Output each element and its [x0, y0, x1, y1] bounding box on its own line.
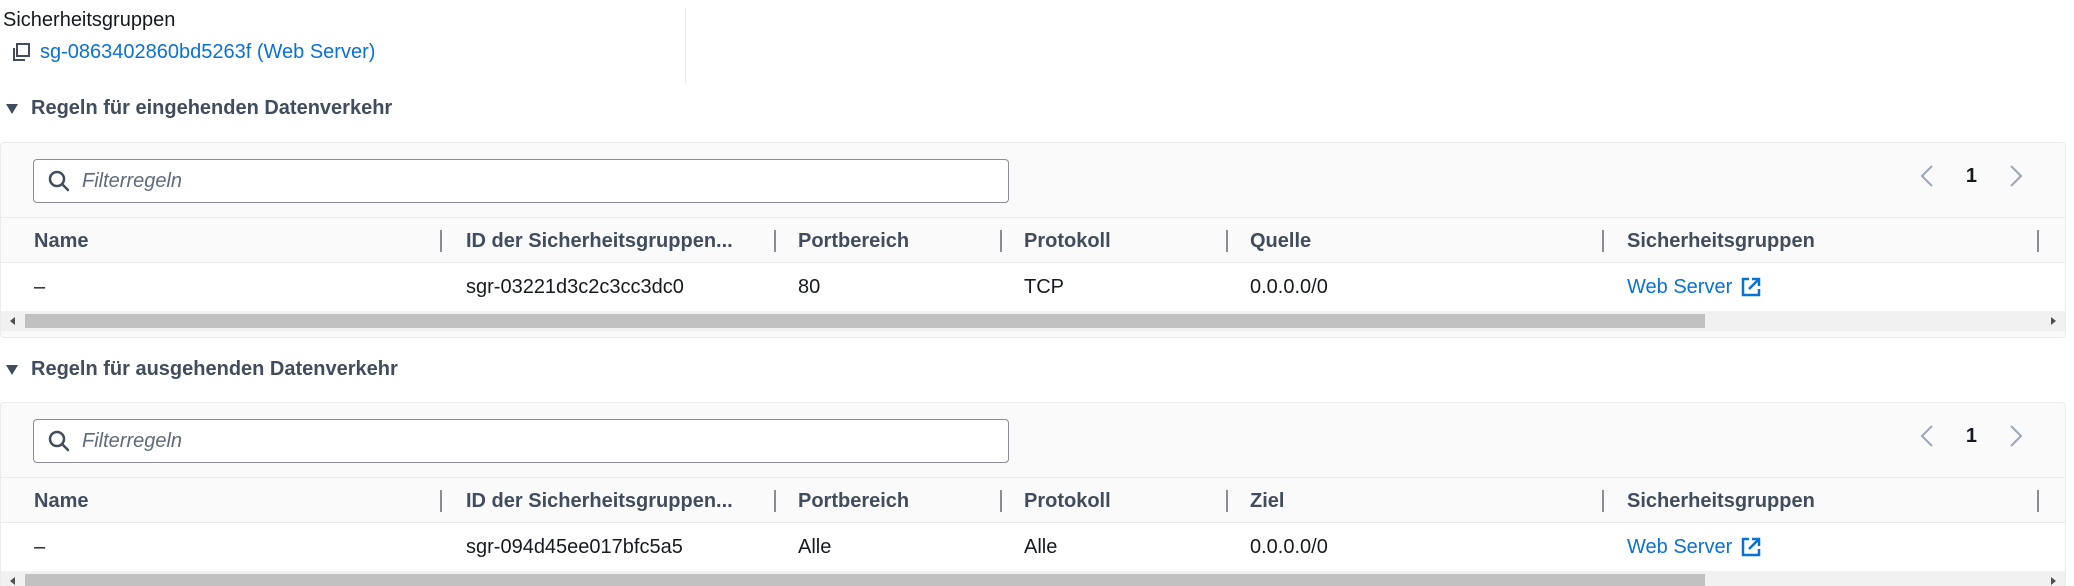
inbound-rules-title: Regeln für eingehenden Datenverkehr: [31, 97, 393, 119]
cell-security-group-link[interactable]: Web Server: [1627, 263, 1762, 311]
chevron-left-icon[interactable]: [1918, 423, 1936, 449]
cell-port-range: 80: [798, 276, 821, 298]
inbound-filter[interactable]: [33, 159, 1009, 203]
column-resizer[interactable]: [440, 490, 442, 512]
horizontal-scrollbar[interactable]: [1, 571, 2065, 586]
column-header-security-groups[interactable]: Sicherheitsgruppen: [1627, 478, 1815, 524]
security-group-link-label[interactable]: Web Server: [1627, 263, 1732, 311]
column-resizer[interactable]: [774, 490, 776, 512]
column-resizer[interactable]: [2037, 490, 2039, 512]
column-resizer[interactable]: [1000, 490, 1002, 512]
scroll-left-arrow-icon[interactable]: [7, 575, 19, 586]
cell-name: –: [34, 536, 46, 558]
copy-icon[interactable]: [10, 41, 32, 63]
search-icon: [48, 430, 70, 452]
scrollbar-thumb[interactable]: [25, 314, 1705, 328]
outbound-filter[interactable]: [33, 419, 1009, 463]
caret-down-icon: [6, 103, 18, 114]
column-header-port[interactable]: Portbereich: [798, 478, 909, 524]
inbound-rules-toggle[interactable]: Regeln für eingehenden Datenverkehr: [5, 97, 392, 120]
column-resizer[interactable]: [1602, 230, 1604, 252]
security-groups-label: Sicherheitsgruppen: [3, 9, 176, 31]
outbound-rules-panel: 1 Name ID der Sicherheitsgruppen... Port…: [0, 402, 2066, 586]
outbound-page-number[interactable]: 1: [1966, 425, 1977, 448]
security-group-link-label[interactable]: Web Server: [1627, 523, 1732, 571]
outbound-filter-input[interactable]: [82, 429, 962, 453]
column-resizer[interactable]: [1602, 490, 1604, 512]
inbound-rules-panel: 1 Name ID der Sicherheitsgruppen... Port…: [0, 142, 2066, 338]
cell-name: –: [34, 276, 46, 298]
external-link-icon[interactable]: [1740, 276, 1762, 298]
security-group-link-text[interactable]: sg-0863402860bd5263f (Web Server): [40, 40, 375, 64]
column-header-protocol[interactable]: Protokoll: [1024, 218, 1111, 264]
chevron-right-icon[interactable]: [2007, 423, 2025, 449]
column-header-security-groups[interactable]: Sicherheitsgruppen: [1627, 218, 1815, 264]
security-groups-summary: Sicherheitsgruppen sg-0863402860bd5263f …: [3, 8, 375, 64]
cell-destination: 0.0.0.0/0: [1250, 536, 1328, 558]
inbound-table-header: Name ID der Sicherheitsgruppen... Portbe…: [1, 217, 2065, 263]
cell-protocol: Alle: [1024, 536, 1058, 558]
search-icon: [48, 170, 70, 192]
column-header-name[interactable]: Name: [34, 218, 88, 264]
chevron-left-icon[interactable]: [1918, 163, 1936, 189]
outbound-table-header: Name ID der Sicherheitsgruppen... Portbe…: [1, 477, 2065, 523]
column-header-name[interactable]: Name: [34, 478, 88, 524]
cell-rule-id: sgr-094d45ee017bfc5a5: [466, 536, 683, 558]
column-header-id[interactable]: ID der Sicherheitsgruppen...: [466, 478, 733, 524]
inbound-page-number[interactable]: 1: [1966, 165, 1977, 188]
scroll-right-arrow-icon[interactable]: [2047, 575, 2059, 586]
external-link-icon[interactable]: [1740, 536, 1762, 558]
column-resizer[interactable]: [440, 230, 442, 252]
caret-down-icon: [6, 364, 18, 375]
scrollbar-thumb[interactable]: [25, 574, 1705, 586]
cell-rule-id: sgr-03221d3c2c3cc3dc0: [466, 276, 684, 298]
table-row: – sgr-094d45ee017bfc5a5 Alle Alle 0.0.0.…: [1, 523, 2065, 571]
column-resizer[interactable]: [1000, 230, 1002, 252]
column-header-destination[interactable]: Ziel: [1250, 478, 1284, 524]
column-resizer[interactable]: [1226, 490, 1228, 512]
horizontal-scrollbar[interactable]: [1, 311, 2065, 331]
cell-port-range: Alle: [798, 536, 832, 558]
outbound-rules-toggle[interactable]: Regeln für ausgehenden Datenverkehr: [5, 358, 398, 381]
scroll-right-arrow-icon[interactable]: [2047, 315, 2059, 327]
outbound-pagination: 1: [1918, 423, 2025, 449]
column-header-id[interactable]: ID der Sicherheitsgruppen...: [466, 218, 733, 264]
table-row: – sgr-03221d3c2c3cc3dc0 80 TCP 0.0.0.0/0…: [1, 263, 2065, 311]
column-resizer[interactable]: [2037, 230, 2039, 252]
cell-protocol: TCP: [1024, 276, 1064, 298]
column-header-source[interactable]: Quelle: [1250, 218, 1311, 264]
column-resizer[interactable]: [1226, 230, 1228, 252]
cell-security-group-link[interactable]: Web Server: [1627, 523, 1762, 571]
column-header-protocol[interactable]: Protokoll: [1024, 478, 1111, 524]
security-group-link[interactable]: sg-0863402860bd5263f (Web Server): [3, 40, 375, 64]
inbound-filter-input[interactable]: [82, 169, 962, 193]
column-header-port[interactable]: Portbereich: [798, 218, 909, 264]
chevron-right-icon[interactable]: [2007, 163, 2025, 189]
outbound-rules-title: Regeln für ausgehenden Datenverkehr: [31, 358, 398, 380]
inbound-pagination: 1: [1918, 163, 2025, 189]
column-resizer[interactable]: [774, 230, 776, 252]
cell-source: 0.0.0.0/0: [1250, 276, 1328, 298]
scroll-left-arrow-icon[interactable]: [7, 315, 19, 327]
column-divider: [685, 8, 686, 83]
